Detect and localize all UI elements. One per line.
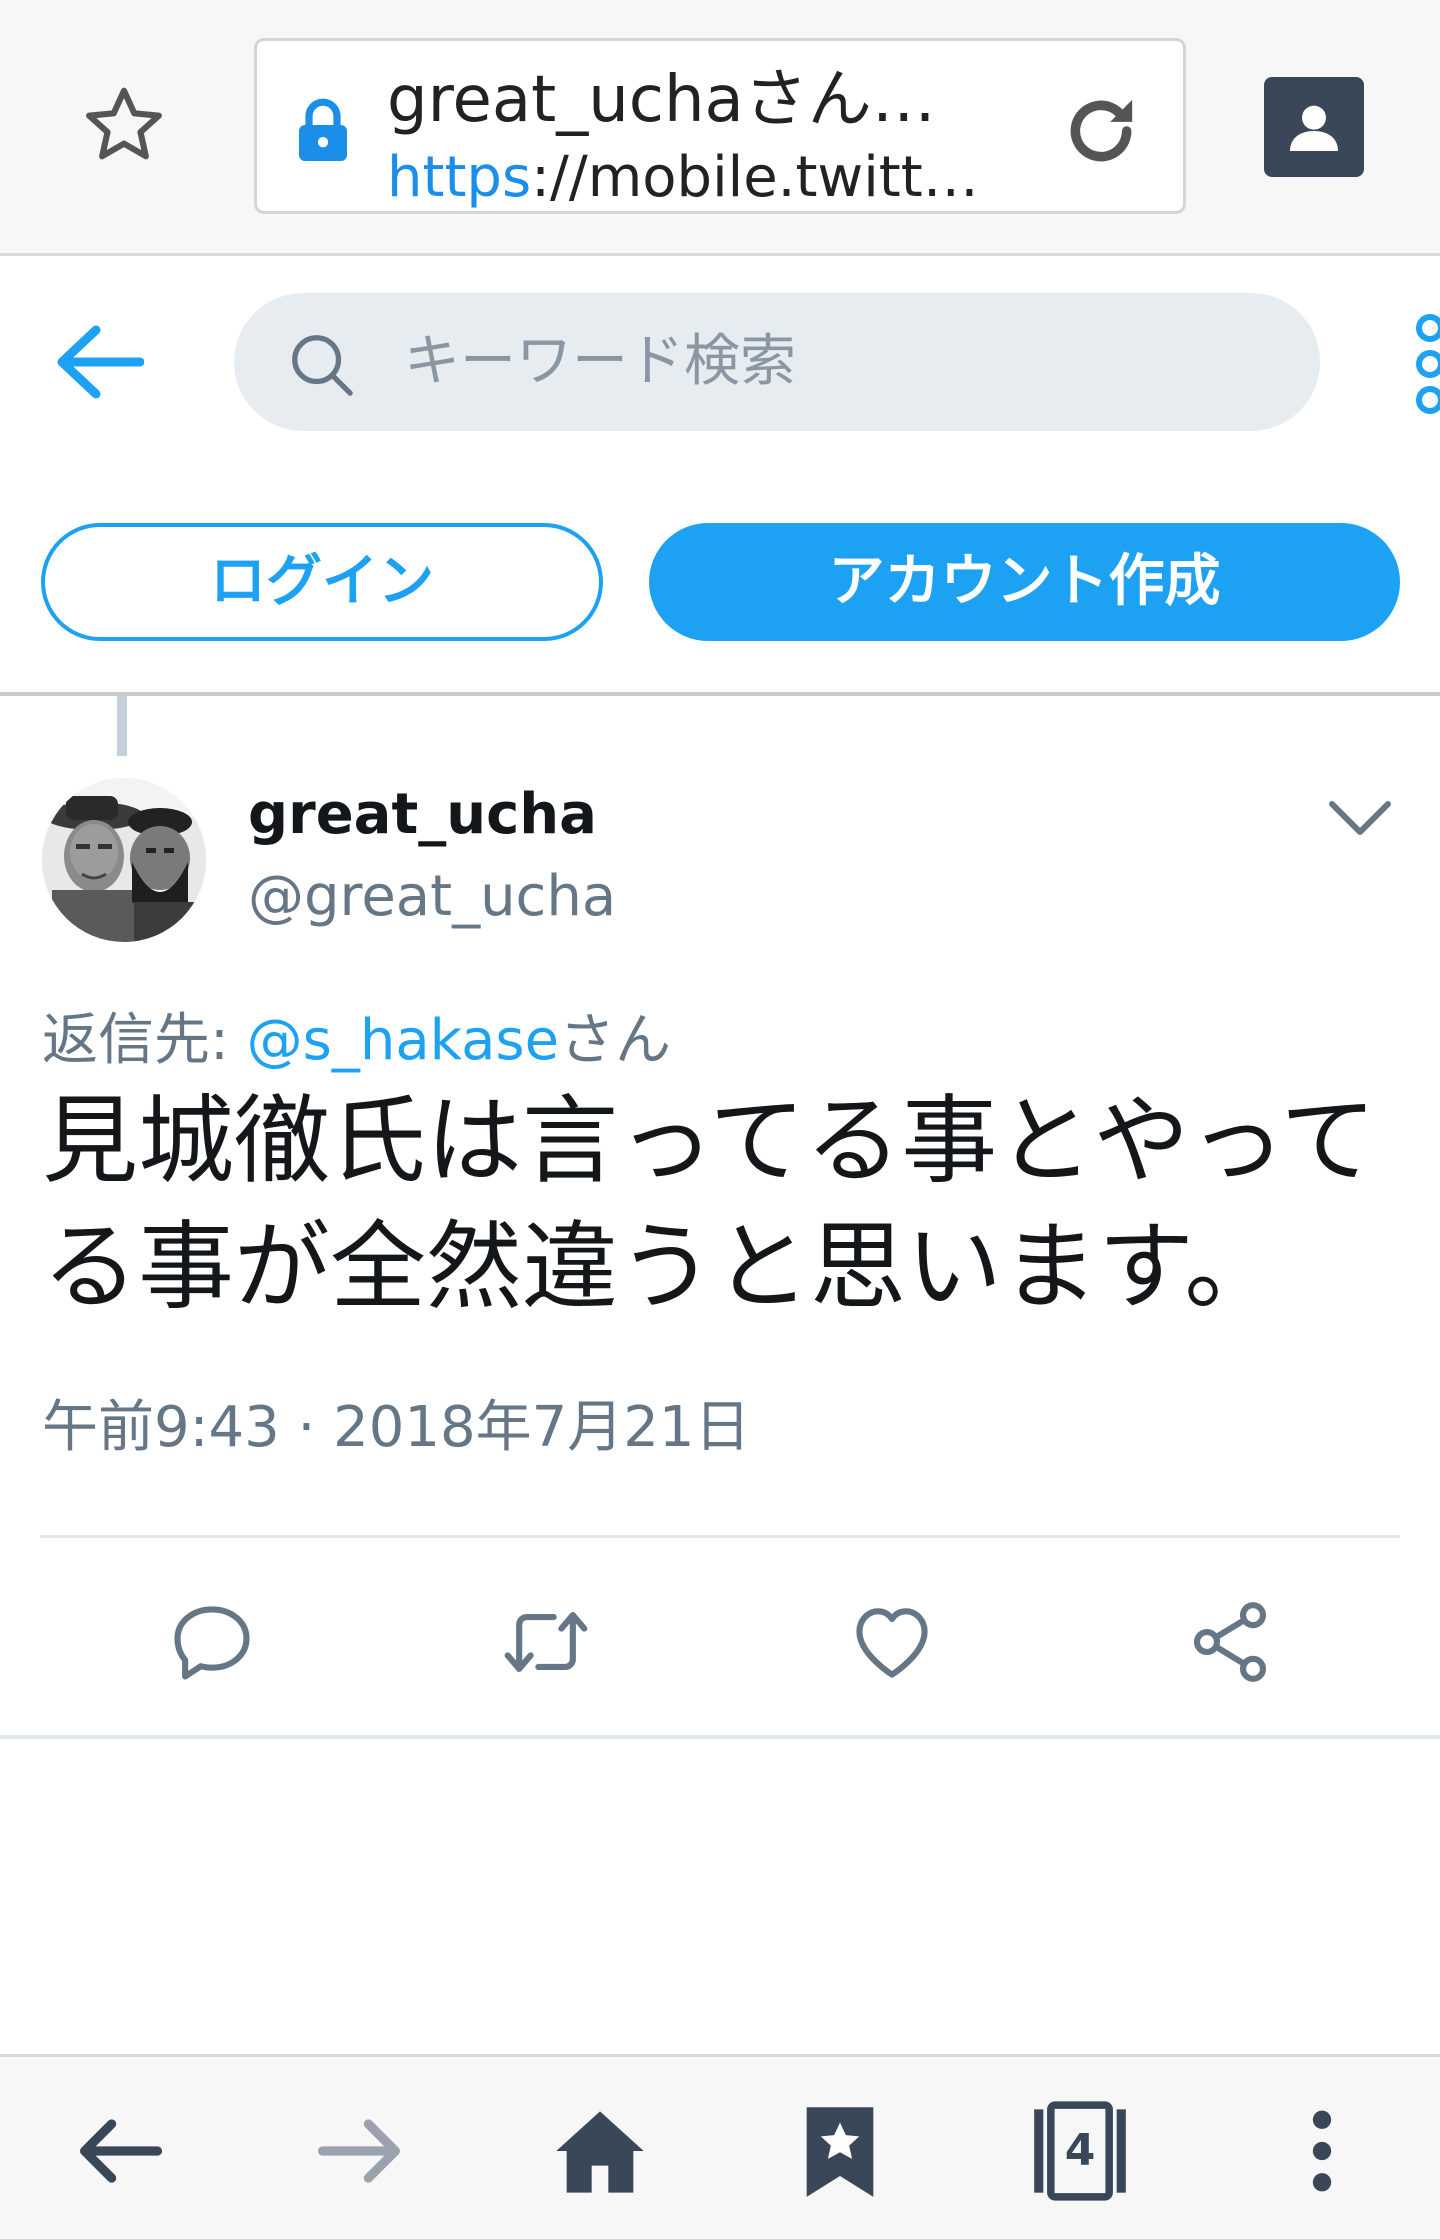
search-icon	[292, 335, 353, 396]
search-placeholder: キーワード検索	[404, 329, 796, 394]
thread-connector	[117, 696, 127, 756]
chevron-down-icon[interactable]	[1326, 796, 1394, 840]
address-bar[interactable]: great_uchaさん… https://mobile.twitt…	[254, 38, 1186, 214]
reply-mention-link[interactable]: @s_hakase	[247, 1008, 559, 1073]
tweet-bottom-divider	[0, 1735, 1440, 1739]
nav-back-icon[interactable]	[70, 2101, 170, 2201]
action-divider	[40, 1535, 1400, 1538]
reload-icon[interactable]	[1057, 87, 1145, 175]
reply-prefix: 返信先:	[42, 1008, 247, 1073]
url-scheme: https	[387, 145, 532, 210]
reply-icon[interactable]	[166, 1596, 258, 1688]
tweet-text: 見城徹氏は言ってる事とやってる事が全然違うと思います。	[42, 1085, 1377, 1323]
tabs-button[interactable]: 4	[1030, 2101, 1130, 2201]
heart-icon[interactable]	[846, 1596, 938, 1688]
avatar-photo	[42, 778, 206, 942]
lock-icon	[299, 98, 347, 161]
more-dots-icon[interactable]	[1406, 312, 1440, 416]
home-icon[interactable]	[550, 2101, 650, 2201]
signup-button[interactable]: アカウント作成	[649, 523, 1400, 641]
user-handle[interactable]: @great_ucha	[248, 862, 616, 932]
browser-toolbar: great_uchaさん… https://mobile.twitt…	[0, 0, 1440, 256]
page-title: great_uchaさん…	[387, 63, 936, 137]
url-text: https://mobile.twitt…	[387, 145, 987, 211]
nav-forward-icon[interactable]	[310, 2101, 410, 2201]
url-rest: ://mobile.twitt…	[531, 145, 979, 210]
share-icon[interactable]	[1184, 1596, 1276, 1688]
profile-button[interactable]	[1264, 77, 1364, 177]
reply-suffix: さん	[559, 1008, 672, 1073]
back-arrow-icon[interactable]	[52, 322, 144, 402]
star-outline-icon[interactable]	[78, 80, 170, 172]
tabs-count: 4	[1064, 2125, 1096, 2176]
retweet-icon[interactable]	[500, 1596, 592, 1688]
search-input[interactable]: キーワード検索	[234, 293, 1320, 431]
avatar[interactable]	[42, 778, 206, 942]
header-divider	[0, 692, 1440, 696]
profile-icon	[1290, 105, 1338, 151]
display-name[interactable]: great_ucha	[248, 780, 597, 850]
bookmarks-icon[interactable]	[790, 2101, 890, 2201]
reply-context: 返信先: @s_hakaseさん	[42, 1006, 671, 1076]
tweet-timestamp[interactable]: 午前9:43 · 2018年7月21日	[42, 1390, 751, 1466]
login-button[interactable]: ログイン	[41, 523, 603, 641]
browser-bottom-bar: 4	[0, 2054, 1440, 2239]
menu-dots-icon[interactable]	[1272, 2101, 1372, 2201]
